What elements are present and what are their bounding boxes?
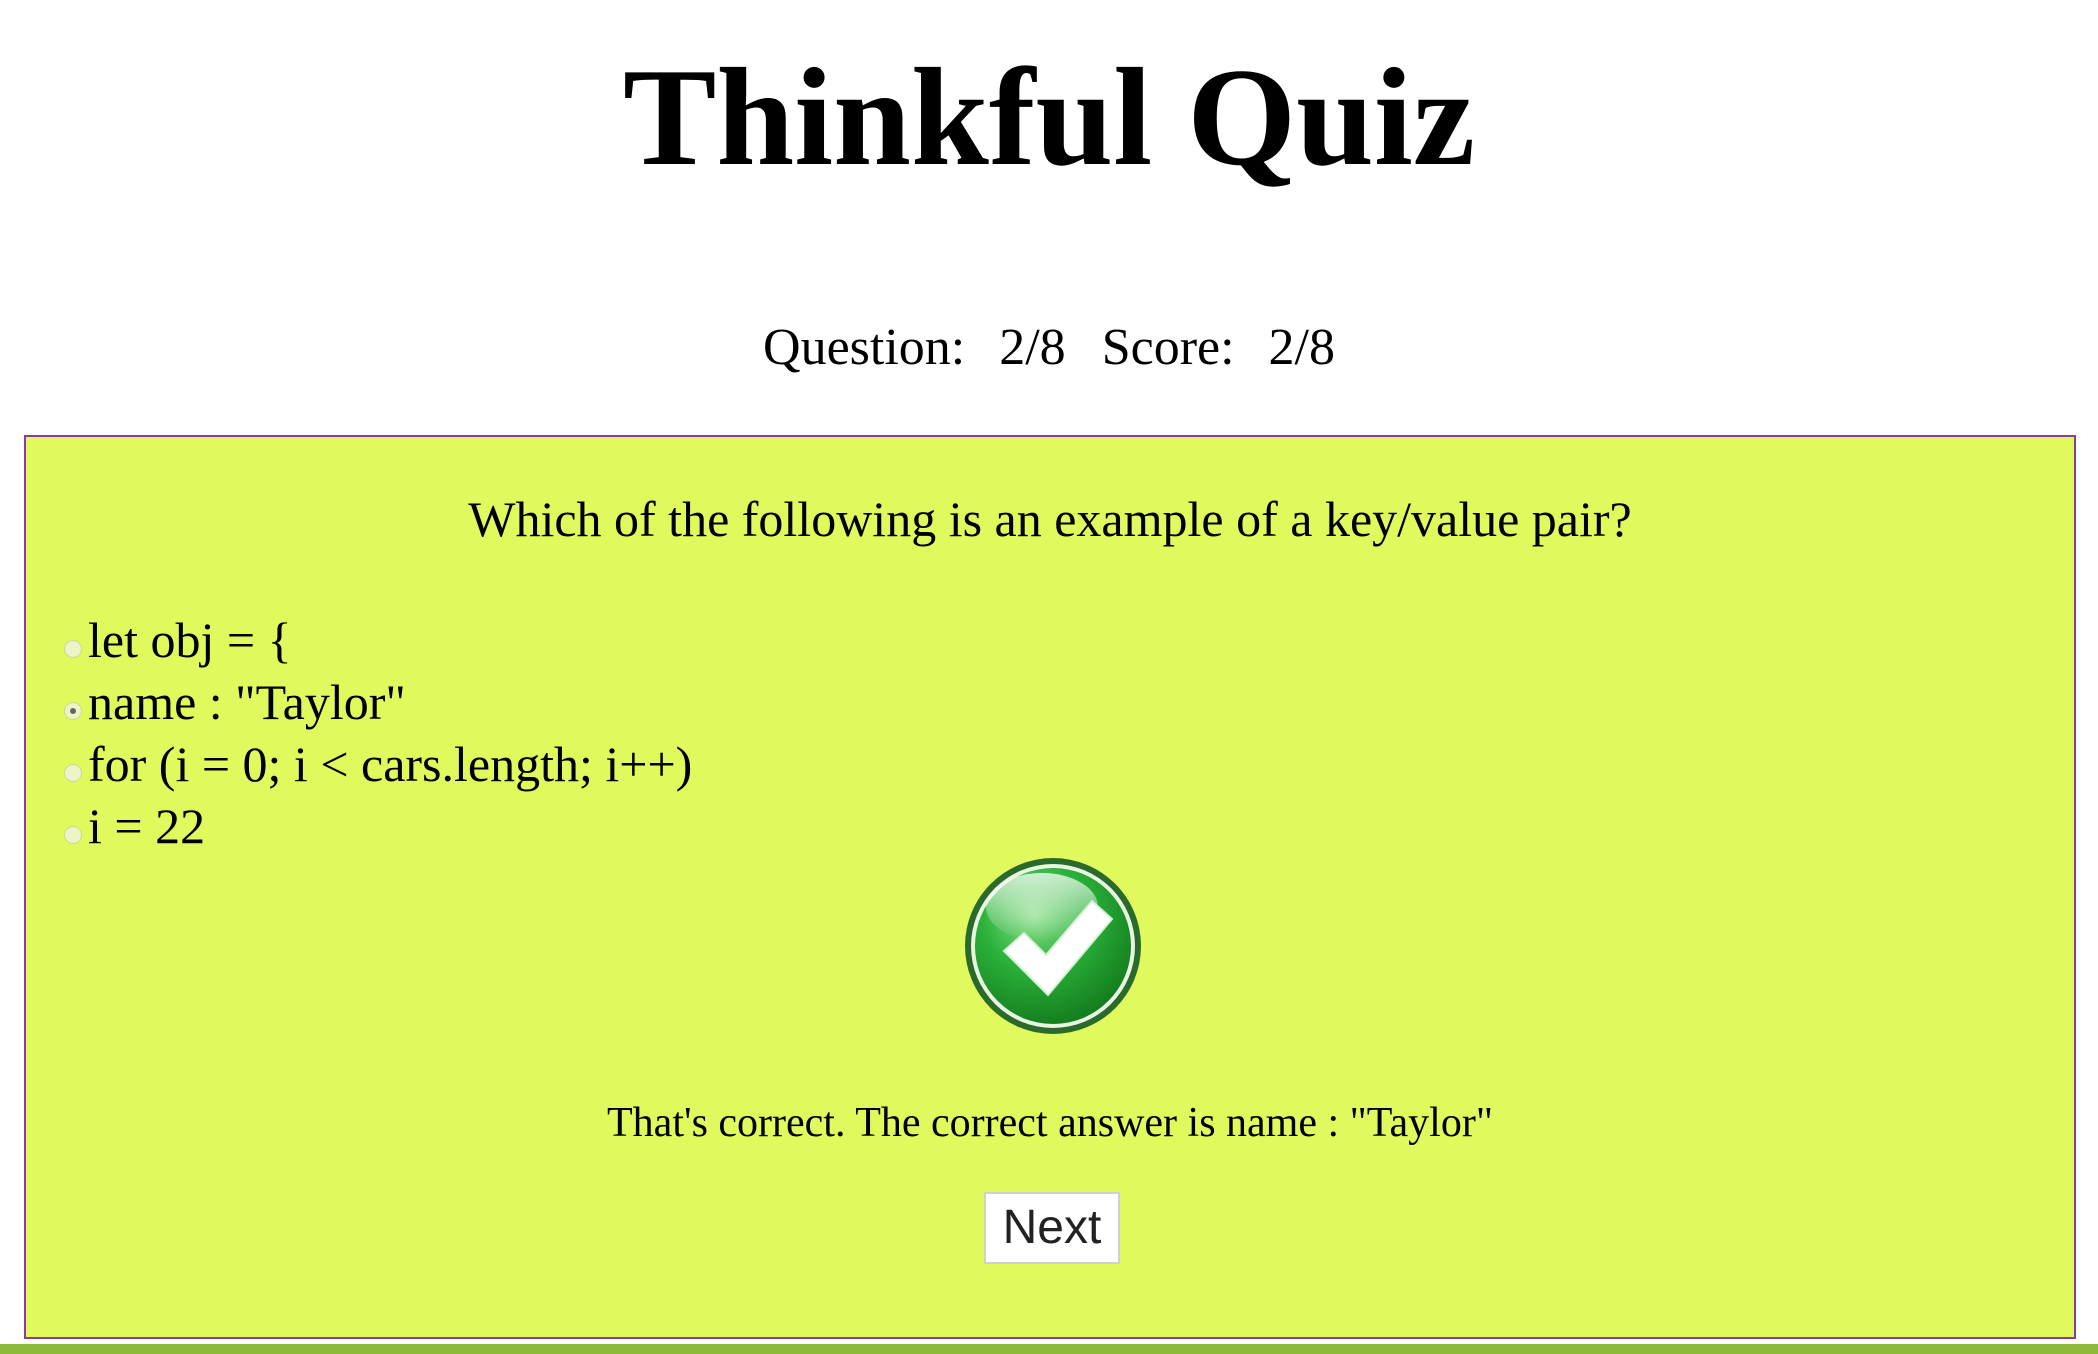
score-label: Score: — [1101, 319, 1235, 376]
status-bar: Question: 2/8 Score: 2/8 — [0, 316, 2098, 380]
answer-label[interactable]: name : "Taylor" — [88, 671, 406, 733]
page-title: Thinkful Quiz — [622, 40, 1476, 195]
quiz-page: Thinkful Quiz Question: 2/8 Score: 2/8 Whic… — [0, 0, 2098, 1354]
next-button[interactable]: Next — [984, 1192, 1120, 1264]
score-value: 2/8 — [1268, 319, 1335, 376]
answer-option[interactable]: for (i = 0; i < cars.length; i++) — [64, 733, 1264, 795]
answer-radio[interactable] — [64, 702, 82, 720]
feedback-message: That's correct. The correct answer is na… — [607, 1100, 1493, 1146]
answer-option[interactable]: let obj = { — [64, 609, 1264, 671]
answer-label[interactable]: i = 22 — [88, 795, 205, 857]
answer-option[interactable]: i = 22 — [64, 795, 1264, 857]
answer-radio[interactable] — [64, 826, 82, 844]
answer-radio[interactable] — [64, 764, 82, 782]
answer-option[interactable]: name : "Taylor" — [64, 671, 1264, 733]
question-counter-value: 2/8 — [999, 319, 1066, 376]
answer-list: let obj = { name : "Taylor" for (i = 0; … — [64, 609, 1264, 857]
bottom-bar — [0, 1344, 2098, 1354]
answer-label[interactable]: let obj = { — [88, 609, 292, 671]
answer-radio[interactable] — [64, 640, 82, 658]
quiz-panel: Which of the following is an example of … — [24, 435, 2076, 1339]
question-counter-label: Question: — [763, 319, 966, 376]
answer-label[interactable]: for (i = 0; i < cars.length; i++) — [88, 733, 692, 795]
check-icon — [965, 858, 1141, 1034]
question-text: Which of the following is an example of … — [468, 491, 1632, 547]
